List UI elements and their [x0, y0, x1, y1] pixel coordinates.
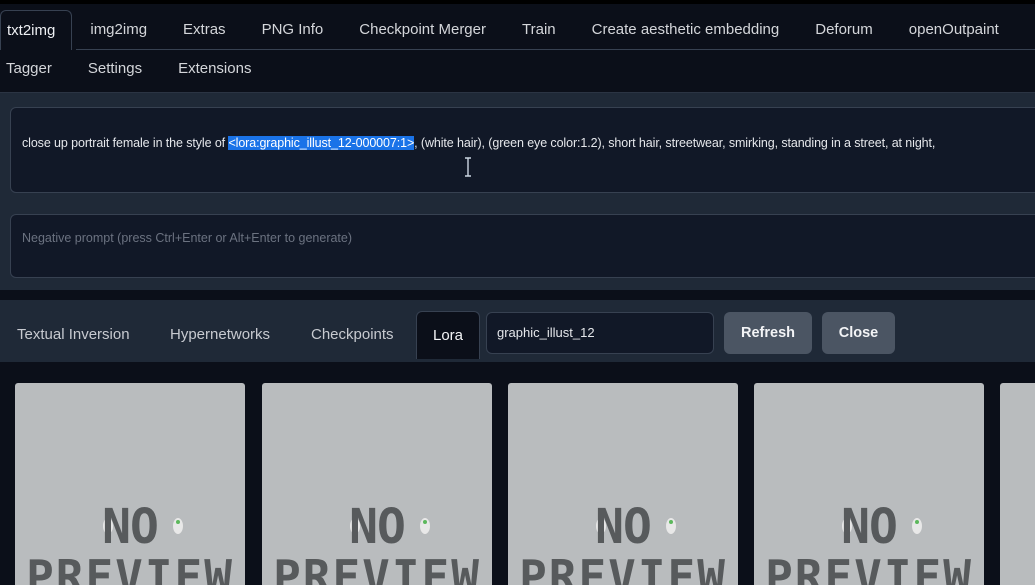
tab-extras[interactable]: Extras: [165, 10, 244, 50]
tab-textual-inversion[interactable]: Textual Inversion: [17, 311, 130, 359]
prompt-text-before: close up portrait female in the style of: [22, 136, 229, 150]
lora-card-partial[interactable]: [1000, 383, 1035, 585]
tab-create-aesthetic-embedding[interactable]: Create aesthetic embedding: [574, 10, 798, 50]
no-preview-label: NO: [595, 499, 652, 555]
main-tabs-row-2: Tagger Settings Extensions: [0, 49, 269, 89]
refresh-button[interactable]: Refresh: [724, 312, 812, 354]
no-preview-label: PREVIEW: [765, 550, 973, 585]
prompt-text-after: , (white hair), (green eye color:1.2), s…: [414, 136, 936, 150]
main-tabs-row-1: txt2img img2img Extras PNG Info Checkpoi…: [0, 10, 1017, 50]
tab-img2img[interactable]: img2img: [72, 10, 165, 50]
no-preview-label: NO: [349, 499, 406, 555]
prompt-panel: close up portrait female in the style of…: [0, 92, 1035, 290]
tab-txt2img[interactable]: txt2img: [0, 10, 73, 50]
negative-prompt-textarea[interactable]: Negative prompt (press Ctrl+Enter or Alt…: [10, 214, 1035, 278]
no-preview-label: PREVIEW: [26, 550, 234, 585]
tab-png-info[interactable]: PNG Info: [244, 10, 342, 50]
lora-cards-area: NO PREVIEW NO PREVIEW NO PREVIEW NO PREV…: [0, 362, 1035, 585]
no-preview-label: PREVIEW: [519, 550, 727, 585]
no-preview-label: PREVIEW: [273, 550, 481, 585]
tab-lora[interactable]: Lora: [416, 311, 481, 359]
tab-settings[interactable]: Settings: [70, 49, 160, 89]
tab-train[interactable]: Train: [504, 10, 574, 50]
no-preview-label: NO: [841, 499, 898, 555]
lora-card[interactable]: NO PREVIEW: [262, 383, 492, 585]
tab-extensions[interactable]: Extensions: [160, 49, 269, 89]
negative-prompt-placeholder: Negative prompt (press Ctrl+Enter or Alt…: [22, 231, 353, 245]
prompt-textarea[interactable]: close up portrait female in the style of…: [10, 107, 1035, 193]
lora-card[interactable]: NO PREVIEW: [508, 383, 738, 585]
tab-checkpoint-merger[interactable]: Checkpoint Merger: [341, 10, 504, 50]
extra-networks-bar: Textual Inversion Hypernetworks Checkpoi…: [0, 300, 1035, 362]
close-button[interactable]: Close: [822, 312, 895, 354]
text-cursor-icon: [465, 157, 471, 177]
prompt-text: close up portrait female in the style of…: [22, 136, 935, 150]
prompt-text-selected: <lora:graphic_illust_12-000007:1>: [228, 136, 415, 150]
tab-openoutpaint[interactable]: openOutpaint: [891, 10, 1017, 50]
extra-networks-search-input[interactable]: graphic_illust_12: [486, 312, 714, 354]
tab-checkpoints[interactable]: Checkpoints: [311, 311, 394, 359]
lora-card[interactable]: NO PREVIEW: [754, 383, 984, 585]
tab-deforum[interactable]: Deforum: [797, 10, 891, 50]
tab-hypernetworks[interactable]: Hypernetworks: [170, 311, 270, 359]
no-preview-label: NO: [102, 499, 159, 555]
window-top-edge: [0, 0, 1035, 4]
lora-card[interactable]: NO PREVIEW: [15, 383, 245, 585]
tab-tagger[interactable]: Tagger: [0, 49, 70, 89]
